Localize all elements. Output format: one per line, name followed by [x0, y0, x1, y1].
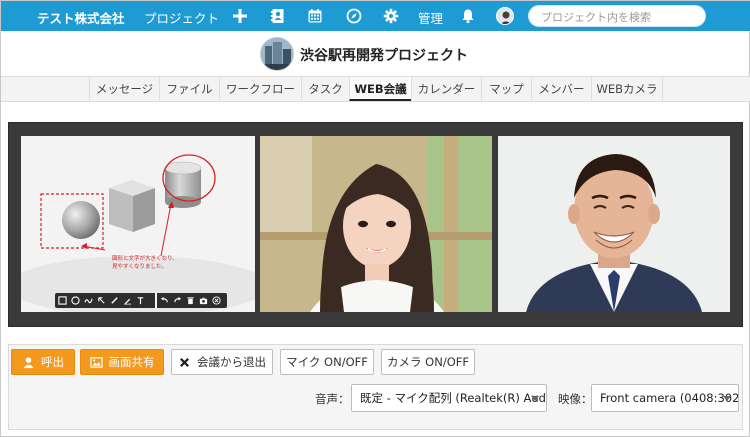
camera-toggle-label: カメラ ON/OFF — [387, 355, 469, 369]
video-label: 映像： — [558, 392, 593, 406]
calendar-icon[interactable] — [306, 7, 324, 25]
nav-projects-link[interactable]: プロジェクト — [144, 8, 219, 27]
tab-files[interactable]: ファイル — [159, 77, 219, 101]
company-name[interactable]: テスト株式会社 — [37, 8, 125, 27]
user-avatar[interactable] — [496, 7, 514, 25]
whiteboard-annotation-text: 図形と文字が大きくなり、 見やすくなりました。 — [112, 255, 178, 271]
project-avatar — [260, 37, 294, 71]
circle-icon[interactable] — [69, 294, 82, 307]
freehand-icon[interactable] — [82, 294, 95, 307]
camera-icon[interactable] — [197, 294, 210, 307]
call-button-label: 呼出 — [41, 355, 64, 369]
tab-workflow[interactable]: ワークフロー — [219, 77, 301, 101]
tab-web-meeting[interactable]: WEB会議 — [349, 77, 411, 101]
admin-link[interactable]: 管理 — [418, 8, 443, 27]
pen-icon[interactable] — [108, 294, 121, 307]
video-select[interactable]: Front camera (0408:3020) — [591, 384, 739, 412]
toolbar-divider — [155, 293, 157, 308]
video-select-value: Front camera (0408:3020) — [600, 391, 739, 405]
compass-icon[interactable] — [345, 7, 363, 25]
screen-share-button[interactable]: 画面共有 — [80, 349, 164, 375]
gear-icon[interactable] — [382, 7, 400, 25]
audio-select-value: 既定 - マイク配列 (Realtek(R) Audio) — [360, 391, 547, 405]
contacts-icon[interactable] — [269, 7, 287, 25]
text-icon[interactable] — [134, 294, 147, 307]
leave-meeting-label: 会議から退出 — [197, 355, 266, 369]
tab-tasks[interactable]: タスク — [301, 77, 349, 101]
square-icon[interactable] — [56, 294, 69, 307]
image-icon — [89, 356, 103, 368]
participant-1-video-image — [260, 136, 492, 312]
arrow-icon[interactable] — [95, 294, 108, 307]
chevron-down-icon — [531, 396, 539, 401]
whiteboard-canvas[interactable] — [21, 136, 255, 312]
tab-calendar[interactable]: カレンダー — [411, 77, 481, 101]
participant-video-1[interactable] — [260, 136, 492, 312]
search-input[interactable] — [541, 9, 699, 25]
call-button[interactable]: 呼出 — [11, 349, 75, 375]
x-icon — [179, 357, 190, 367]
redo-icon[interactable] — [171, 294, 184, 307]
audio-select[interactable]: 既定 - マイク配列 (Realtek(R) Audio) — [351, 384, 547, 412]
top-navbar: テスト株式会社 プロジェクト 管理 — [1, 1, 750, 31]
undo-icon[interactable] — [158, 294, 171, 307]
bell-icon[interactable] — [459, 7, 477, 25]
close-icon[interactable] — [210, 294, 223, 307]
plus-icon[interactable] — [231, 7, 249, 25]
mic-toggle-label: マイク ON/OFF — [286, 355, 368, 369]
project-search[interactable] — [528, 5, 706, 27]
camera-toggle-button[interactable]: カメラ ON/OFF — [381, 349, 475, 375]
chevron-down-icon — [723, 396, 731, 401]
project-title: 渋谷駅再開発プロジェクト — [300, 48, 468, 64]
tab-messages[interactable]: メッセージ — [89, 77, 159, 101]
annotation-line-1: 図形と文字が大きくなり、 — [112, 256, 178, 262]
tab-map[interactable]: マップ — [481, 77, 531, 101]
participant-2-video-image — [498, 136, 730, 312]
annotation-line-2: 見やすくなりました。 — [112, 264, 168, 270]
tab-members[interactable]: メンバー — [531, 77, 591, 101]
participant-video-2[interactable] — [498, 136, 730, 312]
shared-screen-panel[interactable] — [21, 136, 255, 312]
leave-meeting-button[interactable]: 会議から退出 — [171, 349, 273, 375]
trash-icon[interactable] — [184, 294, 197, 307]
project-tabs: メッセージ ファイル ワークフロー タスク WEB会議 カレンダー マップ メン… — [1, 76, 750, 102]
audio-label: 音声： — [315, 392, 350, 406]
mic-toggle-button[interactable]: マイク ON/OFF — [280, 349, 374, 375]
marker-icon[interactable] — [121, 294, 134, 307]
drawing-toolbar — [55, 293, 227, 308]
screen-share-label: 画面共有 — [108, 355, 155, 369]
tab-web-camera[interactable]: WEBカメラ — [591, 77, 663, 101]
user-icon — [23, 356, 34, 368]
